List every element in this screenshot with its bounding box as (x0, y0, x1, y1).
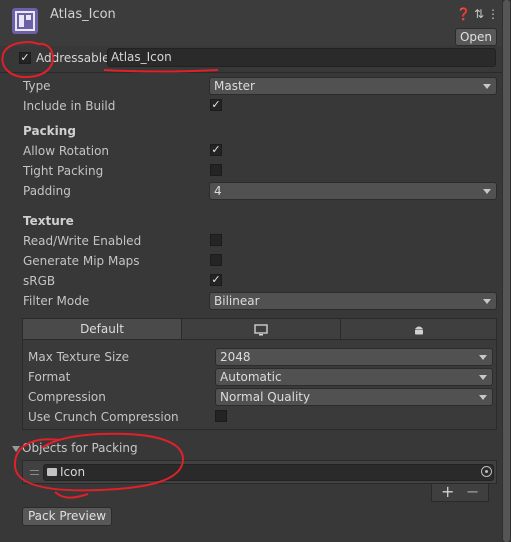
format-label: Format (28, 370, 71, 384)
monitor-icon (254, 323, 268, 335)
menu-icon[interactable]: ⋮ (487, 7, 502, 21)
texture-section-title: Texture (23, 214, 74, 228)
tab-standalone[interactable] (181, 318, 341, 340)
include-in-build-checkbox[interactable]: ✓ (210, 99, 222, 111)
chevron-down-icon (479, 375, 487, 380)
chevron-down-icon (479, 355, 487, 360)
include-in-build-label: Include in Build (23, 99, 116, 113)
compression-label: Compression (28, 390, 106, 404)
addressable-label: Addressable (36, 51, 110, 65)
format-dropdown[interactable]: Automatic (215, 368, 493, 386)
sprite-atlas-icon (12, 8, 38, 34)
objects-for-packing-header[interactable]: Objects for Packing (22, 441, 138, 455)
scrollbar-thumb[interactable] (503, 0, 510, 542)
type-dropdown[interactable]: Master (209, 77, 497, 95)
compression-dropdown[interactable]: Normal Quality (215, 388, 493, 406)
filter-mode-dropdown[interactable]: Bilinear (209, 292, 497, 310)
packing-section-title: Packing (23, 124, 76, 138)
add-item-button[interactable]: + (441, 482, 454, 501)
divider (0, 72, 502, 73)
padding-value: 4 (214, 184, 222, 198)
filter-mode-label: Filter Mode (23, 294, 90, 308)
open-button[interactable]: Open (455, 28, 497, 46)
tab-android[interactable] (340, 318, 497, 340)
compression-value: Normal Quality (220, 390, 311, 404)
srgb-label: sRGB (23, 274, 56, 288)
help-icon[interactable]: ❓ (456, 7, 474, 21)
tight-packing-label: Tight Packing (23, 164, 104, 178)
max-texture-size-value: 2048 (220, 350, 251, 364)
chevron-down-icon (483, 189, 491, 194)
android-icon (414, 326, 423, 334)
type-label: Type (23, 79, 51, 93)
pack-preview-button[interactable]: Pack Preview (22, 507, 112, 526)
format-value: Automatic (220, 370, 282, 384)
read-write-checkbox[interactable] (210, 234, 222, 246)
asset-title: Atlas_Icon (50, 7, 116, 22)
mip-maps-checkbox[interactable] (210, 254, 222, 266)
folder-icon (47, 468, 57, 476)
remove-item-button[interactable]: − (466, 482, 479, 501)
crunch-compression-label: Use Crunch Compression (28, 410, 179, 424)
chevron-down-icon (483, 299, 491, 304)
max-texture-size-dropdown[interactable]: 2048 (215, 348, 493, 366)
preset-icon[interactable]: ⇅ (474, 7, 487, 21)
foldout-arrow-icon[interactable] (12, 446, 20, 452)
srgb-checkbox[interactable]: ✓ (210, 274, 222, 286)
crunch-compression-checkbox[interactable] (215, 410, 227, 422)
drag-handle-icon[interactable] (30, 470, 39, 475)
padding-label: Padding (23, 184, 71, 198)
allow-rotation-label: Allow Rotation (23, 144, 110, 158)
object-field[interactable] (43, 464, 494, 481)
address-field[interactable]: Atlas_Icon (107, 48, 496, 67)
max-texture-size-label: Max Texture Size (28, 350, 129, 364)
chevron-down-icon (479, 395, 487, 400)
tight-packing-checkbox[interactable] (210, 164, 222, 176)
addressable-checkbox[interactable]: ✓ (19, 52, 31, 64)
type-value: Master (214, 79, 255, 93)
mip-maps-label: Generate Mip Maps (23, 254, 140, 268)
tab-default[interactable]: Default (22, 318, 182, 340)
allow-rotation-checkbox[interactable]: ✓ (210, 144, 222, 156)
list-add-remove-footer (431, 484, 489, 502)
object-picker-icon[interactable] (481, 466, 492, 477)
padding-dropdown[interactable]: 4 (209, 182, 497, 200)
object-field-value: Icon (60, 465, 86, 479)
chevron-down-icon (483, 84, 491, 89)
filter-mode-value: Bilinear (214, 294, 260, 308)
read-write-label: Read/Write Enabled (23, 234, 142, 248)
